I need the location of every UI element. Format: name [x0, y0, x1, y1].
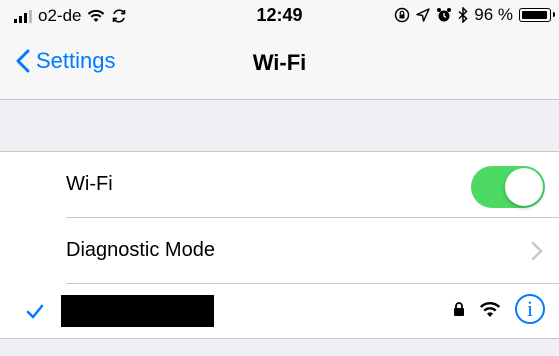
- status-right: 96 %: [394, 5, 555, 25]
- lock-icon: [454, 302, 464, 316]
- toggle-knob: [505, 168, 543, 206]
- wifi-signal-icon: [479, 301, 501, 317]
- info-icon[interactable]: i: [515, 294, 545, 324]
- wifi-toggle-row: Wi-Fi: [0, 152, 559, 218]
- chevron-right-icon: [531, 241, 543, 261]
- connected-network-row[interactable]: i: [0, 284, 559, 338]
- diagnostic-mode-label: Diagnostic Mode: [66, 239, 215, 261]
- alarm-icon: [437, 8, 452, 22]
- rotation-lock-icon: [395, 7, 410, 23]
- redacted-network-name: [61, 295, 214, 327]
- battery-percent: 96 %: [474, 5, 513, 24]
- battery-fill: [522, 11, 547, 19]
- navigation-bar: Settings Wi-Fi: [0, 30, 559, 100]
- page-title: Wi-Fi: [252, 50, 307, 75]
- battery-icon: [519, 8, 555, 22]
- location-arrow-icon: [416, 8, 430, 22]
- status-bar: o2-de 12:49 96 %: [0, 0, 559, 30]
- wifi-label: Wi-Fi: [66, 173, 113, 195]
- wifi-toggle[interactable]: [471, 166, 545, 208]
- bluetooth-icon: [458, 7, 468, 23]
- diagnostic-mode-row[interactable]: Diagnostic Mode: [0, 218, 559, 284]
- wifi-settings-group: Wi-Fi Diagnostic Mode i: [0, 151, 559, 339]
- network-status-icons: i: [453, 294, 545, 324]
- checkmark-icon: [26, 304, 44, 319]
